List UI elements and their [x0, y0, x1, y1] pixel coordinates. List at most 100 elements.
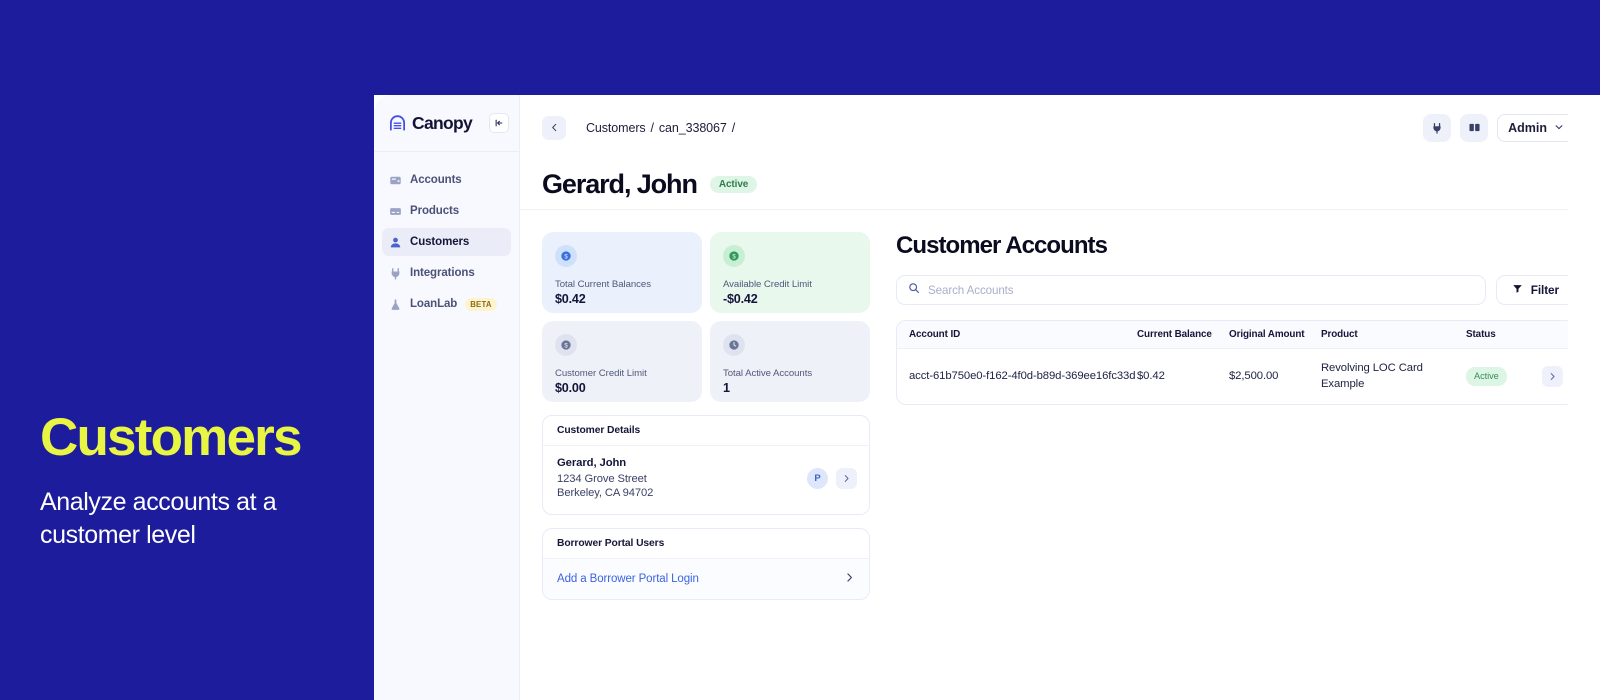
row-status-badge: Active [1466, 366, 1507, 387]
column-header-current-balance: Current Balance [1137, 329, 1212, 340]
customer-name: Gerard, John [557, 457, 627, 469]
stat-value: $0.00 [555, 381, 586, 395]
stat-value: $0.42 [555, 292, 586, 306]
clock-icon [723, 334, 745, 356]
stat-card-available-credit-limit: $ Available Credit Limit -$0.42 [710, 232, 870, 313]
status-badge: Active [709, 176, 758, 193]
borrower-portal-card: Borrower Portal Users Add a Borrower Por… [542, 527, 870, 600]
app-window: Canopy Accounts Products Customers Integ… [374, 95, 1568, 700]
chevron-right-icon [844, 570, 855, 588]
customer-details-card: Customer Details Gerard, John 1234 Grove… [542, 415, 870, 515]
add-borrower-portal-login-link[interactable]: Add a Borrower Portal Login [557, 573, 699, 585]
brand-name: Canopy [412, 112, 473, 133]
filter-label: Filter [1530, 283, 1559, 297]
page-body: $ Total Current Balances $0.42 $ Availab… [520, 210, 1568, 600]
cell-account-id: acct-61b750e0-f162-4f0d-b89d-369ee16fc33… [909, 370, 1136, 383]
stat-cards: $ Total Current Balances $0.42 $ Availab… [542, 232, 870, 402]
promo-background-left [0, 0, 374, 700]
sidebar-item-customers[interactable]: Customers [382, 228, 511, 256]
cell-actions [1534, 365, 1568, 387]
sidebar-item-label: Products [410, 205, 460, 217]
accounts-toolbar: Filter [896, 275, 1568, 305]
plug-icon[interactable] [1423, 113, 1452, 142]
breadcrumb-root[interactable]: Customers [586, 121, 646, 135]
borrower-portal-heading: Borrower Portal Users [543, 529, 869, 559]
topbar: Customers / can_338067 / Admin [520, 95, 1568, 160]
beta-badge: BETA [465, 297, 497, 311]
brand-header: Canopy [374, 95, 519, 152]
sidebar-item-loanlab[interactable]: LoanLab BETA [382, 290, 511, 318]
customer-address-line2: Berkeley, CA 94702 [557, 487, 654, 500]
column-header-original-amount: Original Amount [1229, 329, 1305, 340]
customer-details-heading: Customer Details [543, 416, 869, 446]
customer-address-line1: 1234 Grove Street [557, 473, 647, 485]
promo-subtitle: Analyze accounts at a customer level [40, 487, 277, 549]
funnel-icon [1512, 283, 1523, 297]
filter-button[interactable]: Filter [1495, 275, 1568, 305]
flask-icon [389, 298, 402, 311]
sidebar: Canopy Accounts Products Customers Integ… [374, 95, 520, 700]
breadcrumb: Customers / can_338067 / [586, 121, 735, 135]
search-accounts-field[interactable] [896, 275, 1486, 305]
cell-current-balance: $0.42 [1137, 370, 1165, 383]
screen: Customers Analyze accounts at a customer… [0, 0, 1600, 700]
sidebar-item-label: Integrations [410, 267, 475, 279]
table-row[interactable]: acct-61b750e0-f162-4f0d-b89d-369ee16fc33… [897, 349, 1568, 404]
sidebar-item-products[interactable]: Products [382, 197, 511, 225]
cell-original-amount: $2,500.00 [1229, 370, 1279, 383]
wallet-icon [389, 174, 402, 187]
cell-product: Revolving LOC Card Example [1321, 362, 1423, 391]
stat-value: 1 [723, 381, 730, 395]
search-input[interactable] [928, 283, 1474, 297]
page-header: Gerard, John Active [520, 160, 1568, 210]
page-title: Gerard, John [542, 169, 698, 199]
search-icon [908, 281, 920, 299]
sidebar-item-integrations[interactable]: Integrations [382, 259, 511, 287]
cell-status: Active [1466, 366, 1534, 387]
promo-title: Customers [40, 408, 302, 467]
customer-details-row[interactable]: Gerard, John 1234 Grove Street Berkeley,… [543, 446, 869, 514]
stat-card-total-active-accounts: Total Active Accounts 1 [710, 321, 870, 402]
book-icon[interactable] [1460, 113, 1489, 142]
right-column: Customer Accounts Search Accounts Filter… [884, 232, 1568, 600]
stat-label: Total Current Balances [555, 279, 651, 290]
sidebar-nav: Accounts Products Customers Integrations… [374, 152, 519, 318]
chevron-right-icon[interactable] [836, 468, 857, 490]
table-header-row: Account ID Current Balance Original Amou… [897, 321, 1568, 349]
breadcrumb-separator: / [650, 120, 654, 135]
chevron-down-icon [1554, 121, 1564, 135]
add-borrower-portal-login-row[interactable]: Add a Borrower Portal Login [543, 558, 869, 599]
stat-card-customer-credit-limit: $ Customer Credit Limit $0.00 [542, 321, 702, 402]
back-button[interactable] [542, 115, 566, 140]
stat-label: Customer Credit Limit [555, 368, 647, 379]
topbar-actions: Admin [1423, 113, 1568, 142]
account-menu-button[interactable]: Admin [1497, 113, 1568, 142]
column-header-product: Product [1321, 329, 1358, 340]
column-header-account-id: Account ID [909, 329, 961, 340]
customer-details-text: Gerard, John 1234 Grove Street Berkeley,… [557, 457, 653, 501]
accounts-table: Account ID Current Balance Original Amou… [896, 320, 1568, 405]
breadcrumb-customer-id[interactable]: can_338067 [659, 121, 727, 135]
section-title: Customer Accounts [896, 232, 1108, 259]
dollar-circle-icon: $ [555, 245, 577, 267]
stat-label: Available Credit Limit [723, 279, 812, 290]
stat-value: -$0.42 [723, 292, 758, 306]
account-menu-label: Admin [1508, 120, 1547, 135]
chevron-right-icon[interactable] [1542, 365, 1563, 387]
column-header-actions [1534, 329, 1568, 340]
dollar-circle-icon: $ [723, 245, 745, 267]
left-column: $ Total Current Balances $0.42 $ Availab… [542, 232, 870, 600]
dollar-circle-icon: $ [555, 334, 577, 356]
main-content: Customers / can_338067 / Admin Gerard, J… [520, 95, 1568, 700]
person-icon [389, 236, 402, 249]
sidebar-item-label: Accounts [410, 174, 462, 186]
stat-label: Total Active Accounts [723, 368, 813, 379]
breadcrumb-separator: / [731, 120, 736, 135]
collapse-sidebar-icon[interactable] [489, 113, 509, 133]
plug-icon [389, 267, 402, 280]
stat-card-total-current-balances: $ Total Current Balances $0.42 [542, 232, 702, 313]
avatar[interactable]: P [807, 468, 828, 490]
sidebar-item-accounts[interactable]: Accounts [382, 166, 511, 194]
sidebar-item-label: Customers [410, 236, 470, 248]
column-header-status: Status [1466, 329, 1496, 340]
